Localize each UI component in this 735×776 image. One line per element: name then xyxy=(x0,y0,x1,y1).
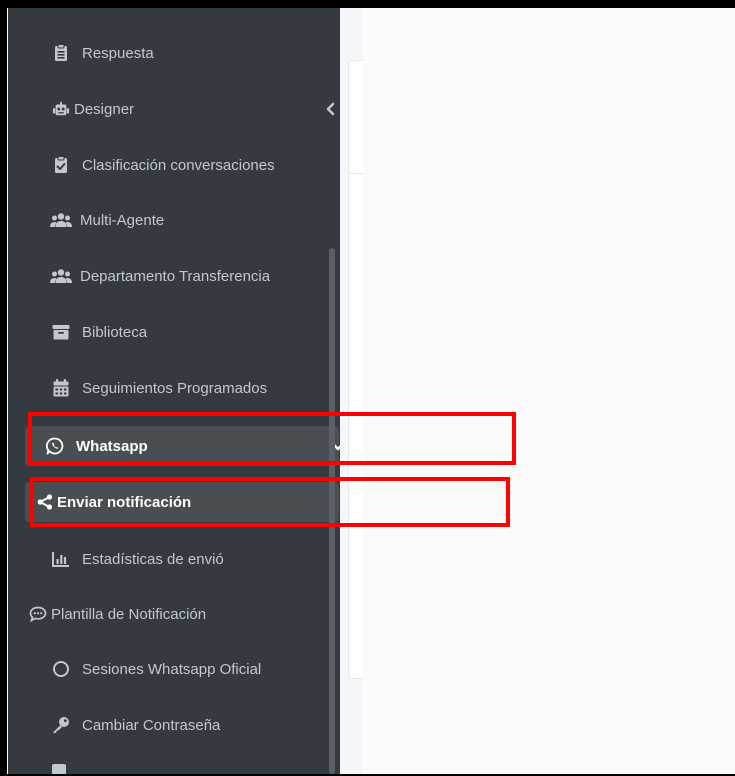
sidebar-item-label: Multi-Agente xyxy=(80,211,165,229)
archive-icon xyxy=(52,323,70,341)
sidebar-item-label: Sesiones Whatsapp Oficial xyxy=(82,660,262,678)
sidebar-item-cambiar-contrasena[interactable]: Cambiar Contraseña xyxy=(8,705,340,745)
partial-icon xyxy=(52,764,66,774)
users-icon xyxy=(50,211,72,229)
sidebar-item-label: Biblioteca xyxy=(82,323,148,341)
sidebar-item-respuesta[interactable]: Respuesta xyxy=(8,33,340,73)
sidebar-item-label: Respuesta xyxy=(82,44,154,62)
sidebar-item-label: Seguimientos Programados xyxy=(82,379,268,397)
highlight-box-enviar-notificacion xyxy=(30,477,510,527)
sidebar-item-label: Estadísticas de envió xyxy=(82,550,224,568)
sidebar-item-label: Clasificación conversaciones xyxy=(82,156,275,174)
sidebar-item-departamento[interactable]: Departamento Transferencia xyxy=(8,256,340,296)
users-icon xyxy=(50,267,72,285)
clipboard-check-icon xyxy=(52,156,70,174)
sidebar-item-label: Cambiar Contraseña xyxy=(82,716,221,734)
sidebar-item-partial[interactable] xyxy=(52,762,68,774)
sidebar-item-seguimientos[interactable]: Seguimientos Programados xyxy=(8,368,340,408)
content-card xyxy=(348,60,363,174)
sidebar: Respuesta Designer Clasificación convers… xyxy=(8,8,340,774)
sidebar-item-label: Departamento Transferencia xyxy=(80,267,271,285)
highlight-box-whatsapp xyxy=(28,412,516,465)
sidebar-item-plantilla[interactable]: Plantilla de Notificación xyxy=(8,594,340,634)
sidebar-item-label: Designer xyxy=(74,100,135,118)
clipboard-list-icon xyxy=(52,44,70,62)
sidebar-item-sesiones[interactable]: Sesiones Whatsapp Oficial xyxy=(8,649,340,689)
sidebar-item-estadisticas[interactable]: Estadísticas de envió xyxy=(8,539,340,579)
main-content xyxy=(340,8,735,774)
sidebar-item-biblioteca[interactable]: Biblioteca xyxy=(8,312,340,352)
sidebar-item-designer[interactable]: Designer xyxy=(8,89,340,129)
circle-icon xyxy=(52,660,70,678)
sidebar-item-multi-agente[interactable]: Multi-Agente xyxy=(8,200,340,240)
chart-bar-icon xyxy=(52,550,70,568)
sidebar-item-label: Plantilla de Notificación xyxy=(51,605,207,623)
calendar-icon xyxy=(52,379,70,397)
sidebar-item-clasificacion[interactable]: Clasificación conversaciones xyxy=(8,145,340,185)
robot-icon xyxy=(52,100,70,118)
chevron-left-icon[interactable] xyxy=(324,102,338,116)
comment-dots-icon xyxy=(29,605,47,623)
key-icon xyxy=(52,716,70,734)
